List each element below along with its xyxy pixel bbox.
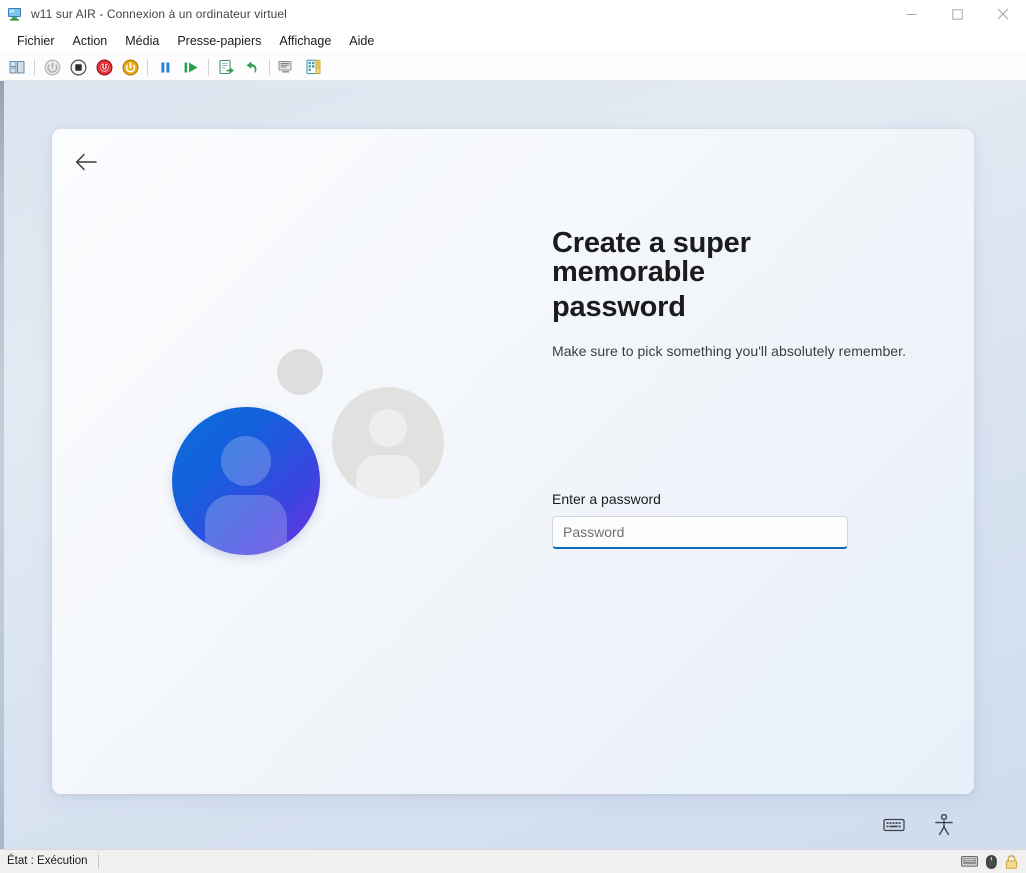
maximize-button[interactable] [934,0,980,28]
vm-state-text: État : Exécution [0,855,88,867]
reset-icon[interactable] [92,56,116,78]
oobe-content-column: Create a super memorable password Make s… [552,229,932,359]
menu-item-action[interactable]: Action [64,32,117,50]
statusbar: État : Exécution [0,849,1026,872]
user-avatars-illustration [172,339,462,589]
blue-avatar-head [221,436,271,486]
pause-icon[interactable] [153,56,177,78]
page-title-line-1: Create a super memorable [552,227,751,288]
password-field-block: Enter a password [552,491,848,549]
toolbar [0,54,1026,81]
blue-avatar-icon [172,407,320,555]
screen-icon [961,856,978,868]
toolbar-separator [34,59,35,76]
window-title: w11 sur AIR - Connexion à un ordinateur … [31,7,287,21]
window-controls [888,0,1026,28]
password-field-label: Enter a password [552,491,848,507]
menu-item-fichier[interactable]: Fichier [8,32,64,50]
oobe-helper-icons [880,811,975,839]
virtual-machine-connection-window: w11 sur AIR - Connexion à un ordinateur … [0,0,1026,872]
turn-off-icon[interactable] [66,56,90,78]
back-arrow-icon[interactable] [66,143,106,181]
statusbar-separator [98,854,99,869]
menu-item-media[interactable]: Média [116,32,168,50]
page-title: Create a super memorable password [552,229,862,322]
toolbar-separator [208,59,209,76]
mouse-icon [986,855,997,869]
toolbar-separator [269,59,270,76]
close-button[interactable] [980,0,1026,28]
start-power-icon[interactable] [118,56,142,78]
keyboard-icon[interactable] [880,811,908,839]
page-title-line-2: password [552,293,862,322]
enhanced-session-icon[interactable] [275,56,299,78]
toolbar-separator [147,59,148,76]
menu-item-presse-papiers[interactable]: Presse-papiers [168,32,270,50]
virtual-machine-icon [7,6,23,22]
menubar: Fichier Action Média Presse-papiers Affi… [0,29,1026,54]
password-input[interactable] [552,516,848,549]
accessibility-icon[interactable] [930,811,958,839]
viewport-left-edge [0,81,4,849]
small-gray-dot [277,349,323,395]
guest-screen-viewport[interactable]: Create a super memorable password Make s… [0,81,1026,849]
gray-avatar-head [369,409,407,447]
menu-item-aide[interactable]: Aide [340,32,383,50]
settings-icon[interactable] [301,56,325,78]
blue-avatar-body [205,495,287,555]
oobe-setup-card: Create a super memorable password Make s… [52,129,974,794]
gray-avatar-icon [332,387,444,499]
menu-item-affichage[interactable]: Affichage [270,32,340,50]
page-subtitle: Make sure to pick something you'll absol… [552,343,932,359]
revert-icon[interactable] [240,56,264,78]
titlebar: w11 sur AIR - Connexion à un ordinateur … [0,0,1026,29]
shutdown-icon[interactable] [40,56,64,78]
minimize-button[interactable] [888,0,934,28]
lock-icon [1005,855,1018,869]
resume-play-icon[interactable] [179,56,203,78]
checkpoint-icon[interactable] [214,56,238,78]
gray-avatar-body [357,455,420,499]
thumbnail-view-icon[interactable] [5,56,29,78]
statusbar-indicators [961,850,1018,873]
